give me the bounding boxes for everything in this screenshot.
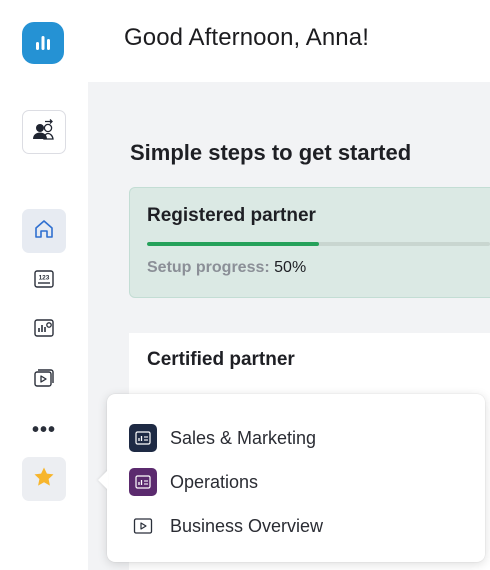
menu-item-label: Operations bbox=[170, 471, 259, 492]
dashboard-icon bbox=[129, 424, 157, 452]
setup-progress-text: Setup progress: 50% bbox=[147, 259, 306, 277]
presentation-icon bbox=[129, 512, 157, 540]
presentation-icon bbox=[32, 366, 56, 395]
star-icon bbox=[32, 465, 56, 494]
menu-item-business-overview[interactable]: Business Overview bbox=[129, 512, 469, 540]
menu-item-sales-marketing[interactable]: Sales & Marketing bbox=[129, 424, 469, 452]
setup-progress-label: Setup progress: bbox=[147, 259, 270, 276]
menu-item-label: Sales & Marketing bbox=[170, 427, 317, 448]
dashboard-icon bbox=[129, 468, 157, 496]
section-title: Simple steps to get started bbox=[130, 140, 412, 165]
presentation-button[interactable] bbox=[30, 366, 58, 394]
number-widget-button[interactable]: 123 bbox=[30, 267, 58, 295]
menu-item-operations[interactable]: Operations bbox=[129, 468, 469, 496]
dashboard-icon bbox=[32, 316, 56, 345]
account-switch-icon bbox=[31, 117, 57, 148]
more-icon[interactable]: ••• bbox=[30, 418, 58, 442]
card-title: Certified partner bbox=[147, 349, 295, 370]
setup-progress-bar bbox=[147, 242, 490, 246]
number-widget-text: 123 bbox=[39, 274, 50, 281]
popup-arrow bbox=[98, 470, 108, 490]
account-switch-button[interactable] bbox=[22, 110, 66, 154]
setup-progress-fill bbox=[147, 242, 319, 246]
logo-icon[interactable] bbox=[22, 22, 64, 64]
card-title: Registered partner bbox=[147, 205, 316, 226]
home-button[interactable] bbox=[22, 209, 66, 253]
favorites-button[interactable] bbox=[22, 457, 66, 501]
dashboard-button[interactable] bbox=[30, 316, 58, 344]
home-icon bbox=[32, 217, 56, 246]
menu-item-label: Business Overview bbox=[170, 515, 324, 536]
number-widget-icon: 123 bbox=[32, 267, 56, 296]
greeting-title: Good Afternoon, Anna! bbox=[124, 24, 369, 51]
setup-progress-value: 50% bbox=[274, 259, 307, 276]
